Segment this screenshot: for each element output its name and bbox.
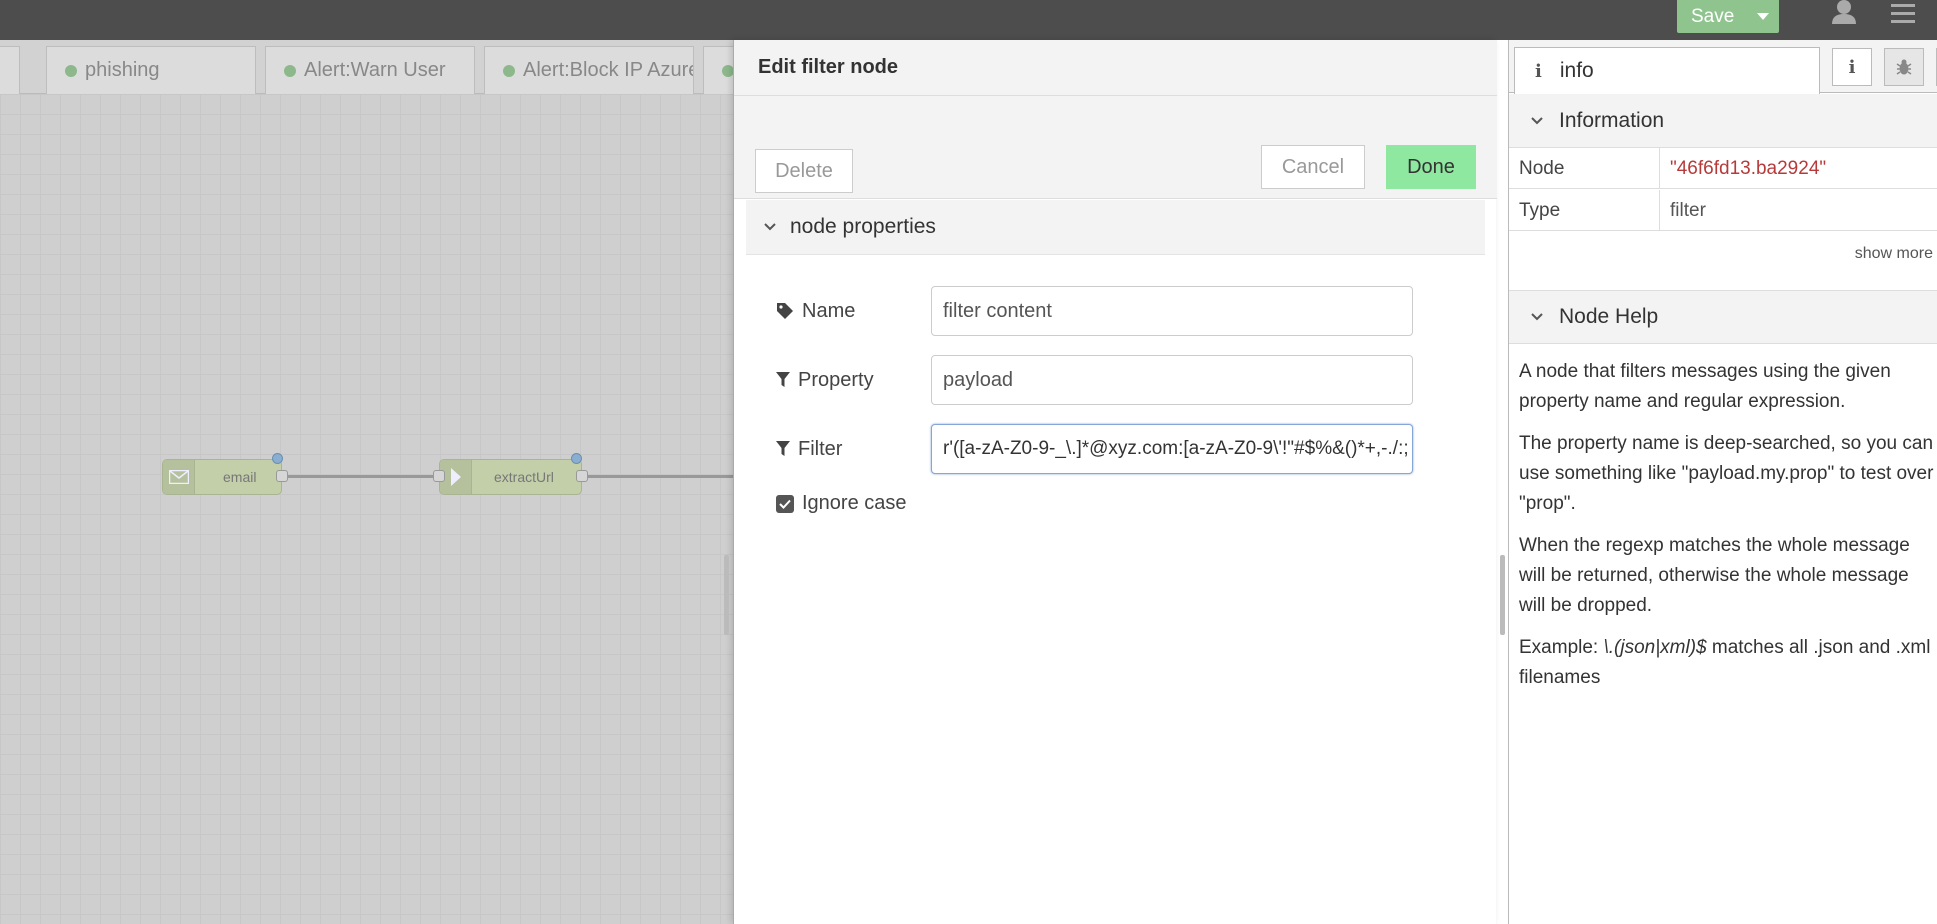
node-help-text: A node that filters messages using the g… — [1519, 357, 1937, 705]
node-email[interactable]: email — [162, 459, 282, 495]
deploy-button[interactable]: Save — [1677, 0, 1779, 33]
resize-handle[interactable] — [724, 555, 729, 635]
info-tab-button[interactable]: i — [1832, 48, 1872, 86]
ignore-case-label: Ignore case — [802, 492, 907, 514]
status-dot — [284, 64, 296, 77]
chevron-down-icon — [1531, 112, 1543, 130]
filter-icon — [776, 441, 790, 456]
help-paragraph: Example: \.(json|xml)$ matches all .json… — [1519, 637, 1931, 688]
header-bar: Save — [0, 0, 1937, 40]
resize-handle[interactable] — [1500, 555, 1505, 635]
filter-row: Filter r'([a-zA-Z0-9-_\.]*@xyz.com:[a-zA… — [776, 424, 1456, 474]
filter-input[interactable]: r'([a-zA-Z0-9-_\.]*@xyz.com:[a-zA-Z0-9\'… — [931, 424, 1413, 474]
tag-icon — [777, 303, 793, 319]
ignore-case-checkbox[interactable] — [776, 494, 794, 513]
tray-toolbar: Delete Cancel Done — [734, 95, 1497, 199]
tab-hidden[interactable] — [0, 46, 20, 94]
chevron-down-icon[interactable] — [1747, 12, 1779, 21]
wire[interactable] — [282, 475, 439, 478]
output-port[interactable] — [576, 470, 588, 482]
tab-overflow[interactable] — [703, 46, 733, 94]
info-value[interactable]: "46f6fd13.ba2924" — [1659, 148, 1826, 189]
info-key: Type — [1519, 199, 1561, 221]
tab-label: phishing — [85, 59, 160, 81]
menu-icon[interactable] — [1885, 2, 1915, 26]
changed-indicator — [272, 453, 283, 464]
info-icon: i — [1535, 60, 1542, 82]
chevron-down-icon — [1531, 308, 1543, 326]
wire[interactable] — [582, 475, 733, 478]
help-paragraph: A node that filters messages using the g… — [1519, 361, 1891, 412]
property-input[interactable]: payload — [931, 355, 1413, 405]
edit-tray: Edit filter node Delete Cancel Done node… — [724, 40, 1497, 924]
status-dot — [722, 64, 733, 77]
name-label: Name — [776, 300, 931, 323]
sidebar-tabbar: i info i — [1509, 40, 1937, 94]
bug-icon — [1896, 59, 1912, 75]
done-button[interactable]: Done — [1386, 145, 1476, 189]
info-row-node: Node "46f6fd13.ba2924" — [1509, 148, 1937, 189]
node-label: extractUrl — [494, 469, 554, 485]
tab-label: info — [1559, 59, 1594, 82]
help-paragraph: The property name is deep-searched, so y… — [1519, 433, 1934, 514]
chevron-down-icon — [764, 218, 776, 236]
tab-alert-warn-user[interactable]: Alert:Warn User — [265, 46, 475, 94]
filter-label: Filter — [776, 438, 931, 461]
output-port[interactable] — [276, 470, 288, 482]
envelope-icon — [163, 460, 195, 494]
tab-phishing[interactable]: phishing — [46, 46, 256, 94]
cancel-button[interactable]: Cancel — [1261, 145, 1365, 189]
property-row: Property payload — [776, 355, 1456, 405]
workspace: phishing Alert:Warn User Alert:Block IP … — [0, 40, 733, 924]
workspace-tabs: phishing Alert:Warn User Alert:Block IP … — [0, 40, 733, 94]
status-dot — [65, 64, 77, 77]
help-code: \.(json|xml)$ — [1603, 637, 1707, 658]
tab-label: Alert:Warn User — [304, 59, 446, 81]
info-icon: i — [1848, 56, 1856, 78]
node-help-section[interactable]: Node Help — [1509, 290, 1937, 344]
tab-label: Alert:Block IP Azure — [523, 59, 694, 81]
info-key: Node — [1519, 157, 1565, 179]
section-title: Node Help — [1559, 305, 1659, 328]
help-paragraph: When the regexp matches the whole messag… — [1519, 535, 1910, 616]
node-label: email — [223, 469, 257, 485]
deploy-button-label: Save — [1691, 5, 1735, 27]
section-label: node properties — [790, 215, 936, 238]
status-dot — [503, 64, 515, 77]
changed-indicator — [571, 453, 582, 464]
tab-alert-block-ip-azure[interactable]: Alert:Block IP Azure — [484, 46, 694, 94]
information-section[interactable]: Information — [1509, 94, 1937, 148]
name-row: Name filter content — [776, 286, 1456, 336]
flow-canvas[interactable]: email extractUrl — [0, 94, 733, 924]
info-row-type: Type filter — [1509, 190, 1937, 231]
node-extracturl[interactable]: extractUrl — [439, 459, 582, 495]
name-input[interactable]: filter content — [931, 286, 1413, 336]
tab-info[interactable]: i info — [1514, 47, 1820, 94]
filter-icon — [776, 372, 790, 387]
tray-title: Edit filter node — [734, 40, 1497, 95]
ignore-case-row[interactable]: Ignore case — [776, 492, 907, 515]
info-value: filter — [1659, 190, 1706, 231]
sidebar: i info i Information Node "46f6fd13.ba29… — [1500, 40, 1937, 924]
user-icon[interactable] — [1830, 0, 1858, 24]
show-more-link[interactable]: show more — [1855, 245, 1933, 263]
node-properties-section[interactable]: node properties — [746, 200, 1485, 255]
node-red-editor: Save phishing Alert:Warn User Alert:Bloc… — [0, 0, 1937, 924]
debug-tab-button[interactable] — [1884, 48, 1924, 86]
section-title: Information — [1559, 108, 1665, 132]
input-port[interactable] — [433, 470, 445, 482]
property-label: Property — [776, 369, 931, 392]
delete-button[interactable]: Delete — [755, 149, 853, 193]
